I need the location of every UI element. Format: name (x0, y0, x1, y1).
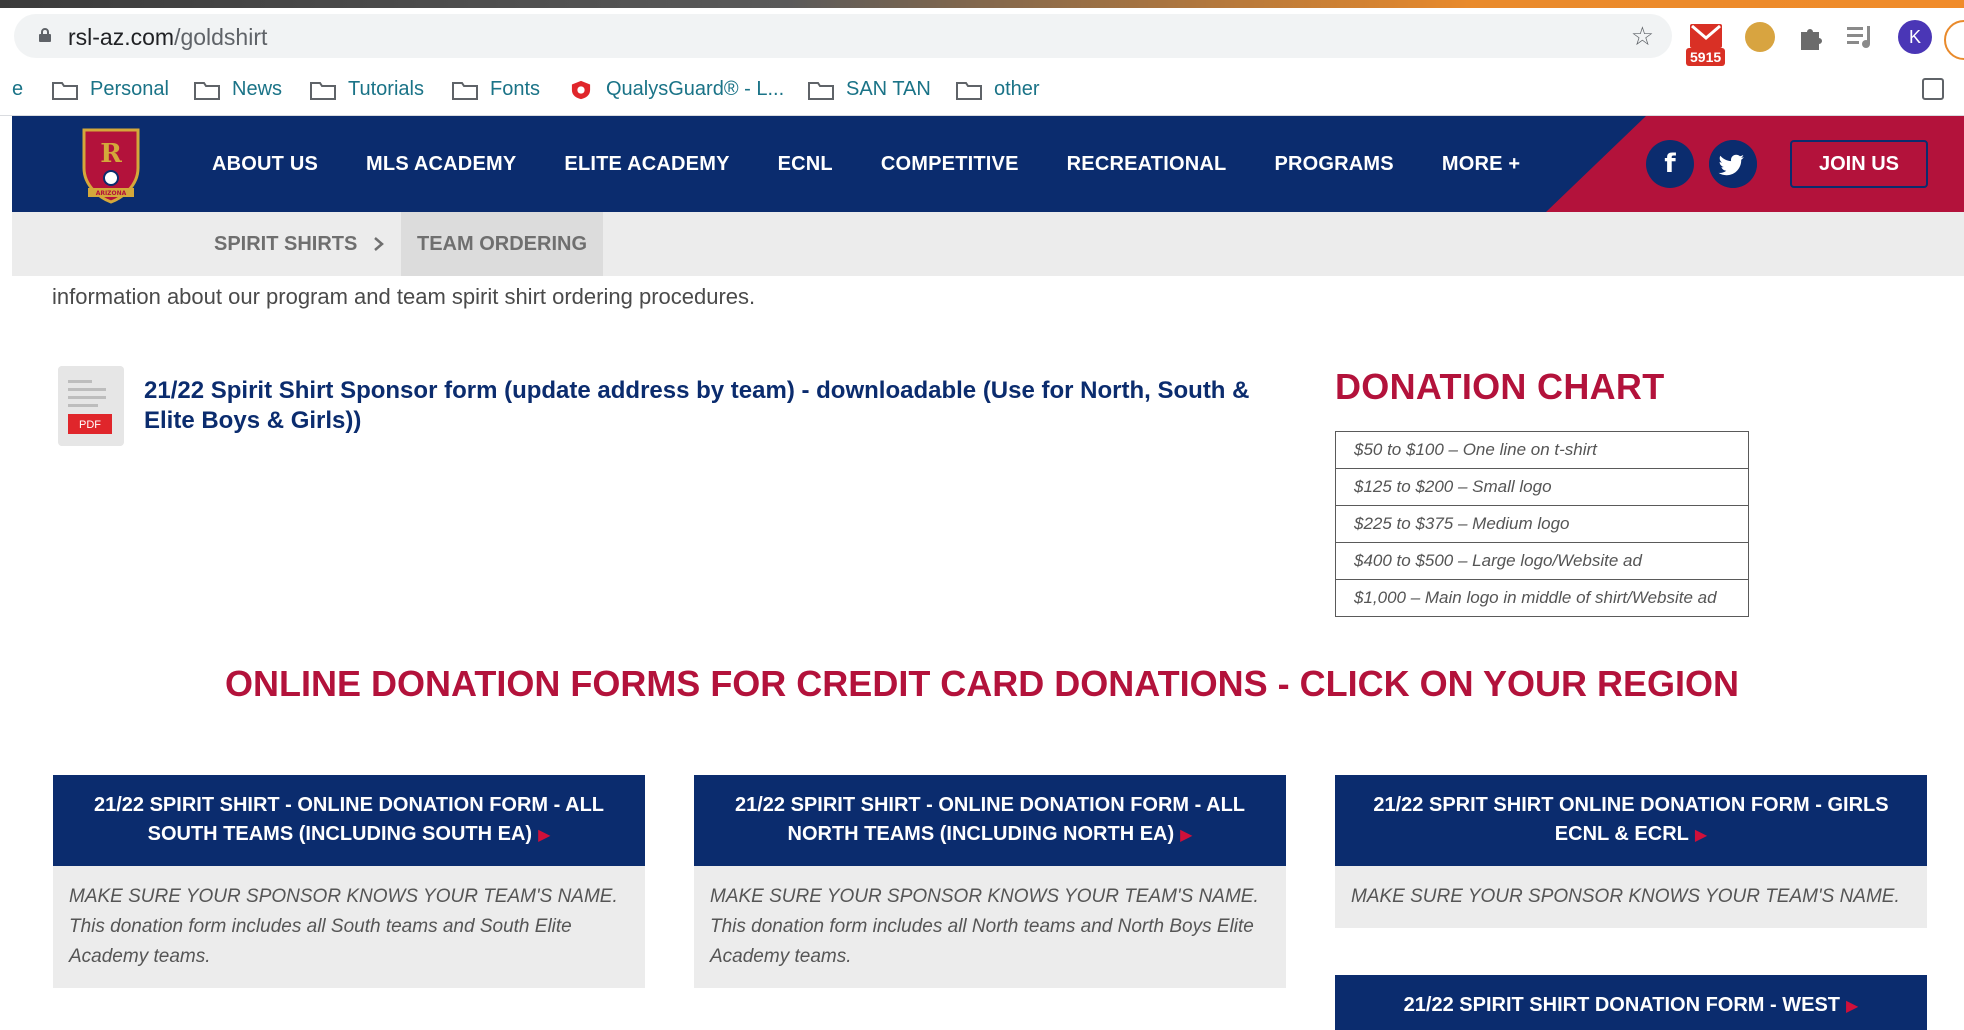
url-path: /goldshirt (174, 24, 268, 50)
nav-ecnl[interactable]: ECNL (778, 153, 833, 176)
breadcrumb-team-ordering[interactable]: TEAM ORDERING (401, 212, 603, 276)
bookmark-label: other (994, 78, 1040, 100)
crest-text: ARIZONA (96, 190, 127, 197)
bookmark-star-icon[interactable]: ☆ (1631, 22, 1654, 50)
donation-form-link-north[interactable]: 21/22 SPIRIT SHIRT - ONLINE DONATION FOR… (694, 775, 1286, 866)
nav-programs[interactable]: PROGRAMS (1274, 153, 1393, 176)
pdf-label: PDF (79, 419, 101, 431)
secondary-profile-icon[interactable] (1944, 20, 1964, 60)
svg-text:R: R (100, 139, 122, 169)
pdf-file-icon[interactable]: PDF (58, 366, 124, 446)
bookmark-label: Personal (90, 78, 169, 100)
card-title: 21/22 SPRIT SHIRT ONLINE DONATION FORM -… (1373, 794, 1889, 845)
donation-row: $1,000 – Main logo in middle of shirt/We… (1335, 579, 1749, 617)
folder-icon (194, 81, 220, 100)
donation-chart-title: DONATION CHART (1335, 366, 1665, 407)
donation-form-link-ecnl[interactable]: 21/22 SPRIT SHIRT ONLINE DONATION FORM -… (1335, 775, 1927, 866)
bookmark-personal[interactable]: Personal (52, 78, 169, 101)
bookmark-label: QualysGuard® - L... (606, 78, 785, 100)
bookmarks-bar: e Personal News Tutorials Fonts QualysGu… (0, 70, 1964, 112)
caret-right-icon: ▶ (1694, 827, 1708, 844)
profile-avatar[interactable]: K (1898, 20, 1932, 54)
bookmark-san-tan[interactable]: SAN TAN (808, 78, 931, 101)
donation-card-west: 21/22 SPIRIT SHIRT DONATION FORM - WEST ▶ (1335, 975, 1927, 1030)
chevron-right-icon (374, 237, 384, 251)
donation-row: $400 to $500 – Large logo/Website ad (1335, 542, 1749, 580)
card-description: MAKE SURE YOUR SPONSOR KNOWS YOUR TEAM'S… (53, 866, 645, 988)
donation-row: $50 to $100 – One line on t-shirt (1335, 431, 1749, 469)
donation-card-north: 21/22 SPIRIT SHIRT - ONLINE DONATION FOR… (694, 775, 1286, 988)
folder-icon (452, 81, 478, 100)
nav-competitive[interactable]: COMPETITIVE (881, 153, 1019, 176)
folder-icon (310, 81, 336, 100)
twitter-icon[interactable] (1709, 140, 1757, 188)
extensions-puzzle-icon[interactable] (1795, 22, 1825, 52)
folder-icon (808, 81, 834, 100)
nav-about-us[interactable]: ABOUT US (212, 153, 318, 176)
nav-elite-academy[interactable]: ELITE ACADEMY (564, 153, 729, 176)
bookmark-label: News (232, 78, 283, 100)
bookmark-label: e (12, 78, 24, 100)
nav-more[interactable]: MORE + (1442, 153, 1520, 176)
bookmark-tutorials[interactable]: Tutorials (310, 78, 424, 101)
breadcrumb-spirit-shirts[interactable]: SPIRIT SHIRTS (214, 212, 357, 276)
caret-right-icon: ▶ (1846, 998, 1859, 1015)
cookie-extension-icon[interactable] (1745, 22, 1775, 52)
nav-recreational[interactable]: RECREATIONAL (1067, 153, 1227, 176)
donation-row: $225 to $375 – Medium logo (1335, 505, 1749, 543)
intro-text: information about our program and team s… (52, 284, 756, 309)
sub-navigation: SPIRIT SHIRTS TEAM ORDERING (12, 212, 1964, 276)
donation-cell: $225 to $375 – Medium logo (1335, 505, 1749, 543)
donation-cell: $50 to $100 – One line on t-shirt (1335, 431, 1749, 469)
card-title: 21/22 SPIRIT SHIRT DONATION FORM - WEST (1403, 994, 1840, 1016)
site-header: R ARIZONA ABOUT US MLS ACADEMY ELITE ACA… (12, 116, 1964, 212)
caret-right-icon: ▶ (1180, 827, 1193, 844)
pdf-sponsor-form-link[interactable]: 21/22 Spirit Shirt Sponsor form (update … (144, 376, 1304, 436)
window-top-strip (0, 0, 1964, 8)
donation-cell: $1,000 – Main logo in middle of shirt/We… (1335, 579, 1749, 617)
card-title: 21/22 SPIRIT SHIRT - ONLINE DONATION FOR… (93, 794, 605, 845)
donation-form-link-south[interactable]: 21/22 SPIRIT SHIRT - ONLINE DONATION FOR… (53, 775, 645, 866)
caret-right-icon: ▶ (538, 827, 551, 844)
folder-icon (956, 81, 982, 100)
donation-cell: $400 to $500 – Large logo/Website ad (1335, 542, 1749, 580)
bookmark-other[interactable]: other (956, 78, 1040, 101)
donation-cell: $125 to $200 – Small logo (1335, 468, 1749, 506)
bookmark-label: SAN TAN (846, 78, 931, 100)
bookmark-truncated[interactable]: e (12, 78, 23, 101)
donation-chart-table: $50 to $100 – One line on t-shirt $125 t… (1335, 431, 1749, 617)
qualys-shield-icon (571, 80, 591, 99)
nav-mls-academy[interactable]: MLS ACADEMY (366, 153, 516, 176)
bookmark-news[interactable]: News (194, 78, 282, 101)
folder-icon (52, 81, 78, 100)
club-crest-logo[interactable]: R ARIZONA (78, 124, 144, 204)
bookmark-qualysguard[interactable]: QualysGuard® - L... (568, 78, 784, 101)
facebook-icon[interactable]: f (1646, 140, 1694, 188)
card-description: MAKE SURE YOUR SPONSOR KNOWS YOUR TEAM'S… (1335, 866, 1927, 928)
main-nav: ABOUT US MLS ACADEMY ELITE ACADEMY ECNL … (212, 116, 1568, 212)
donation-form-link-west[interactable]: 21/22 SPIRIT SHIRT DONATION FORM - WEST ▶ (1335, 975, 1927, 1030)
card-description: MAKE SURE YOUR SPONSOR KNOWS YOUR TEAM'S… (694, 866, 1286, 988)
donation-card-south: 21/22 SPIRIT SHIRT - ONLINE DONATION FOR… (53, 775, 645, 988)
url-text[interactable]: rsl-az.com/goldshirt (68, 24, 267, 51)
url-host: rsl-az.com (68, 24, 175, 50)
card-title: 21/22 SPIRIT SHIRT - ONLINE DONATION FOR… (734, 794, 1246, 845)
browser-toolbar: rsl-az.com/goldshirt ☆ 5915 K e Personal… (0, 8, 1964, 116)
bookmark-label: Fonts (490, 78, 541, 100)
join-us-button[interactable]: JOIN US (1790, 140, 1928, 188)
address-bar[interactable]: rsl-az.com/goldshirt ☆ (14, 14, 1672, 58)
bookmark-fonts[interactable]: Fonts (452, 78, 540, 101)
gmail-unread-badge: 5915 (1686, 48, 1726, 66)
media-control-icon[interactable] (1845, 24, 1875, 50)
lock-icon (39, 28, 51, 42)
donation-row: $125 to $200 – Small logo (1335, 468, 1749, 506)
bookmark-label: Tutorials (348, 78, 424, 100)
reading-list-icon[interactable] (1922, 78, 1944, 100)
region-forms-heading: ONLINE DONATION FORMS FOR CREDIT CARD DO… (225, 663, 1739, 704)
donation-card-ecnl: 21/22 SPRIT SHIRT ONLINE DONATION FORM -… (1335, 775, 1927, 928)
